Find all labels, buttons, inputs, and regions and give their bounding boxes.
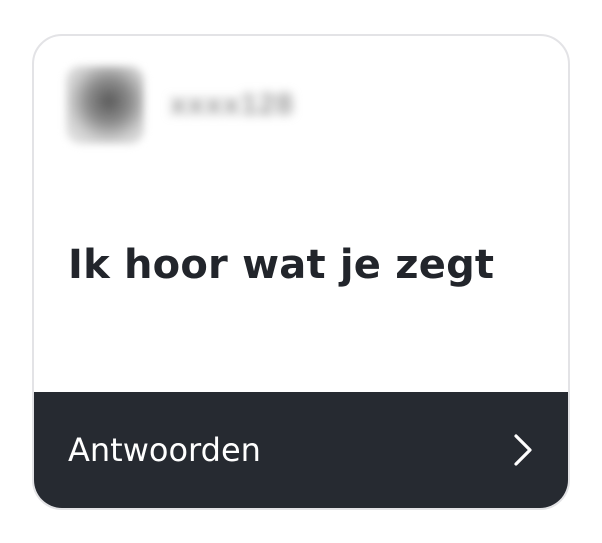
username: xxxx128 <box>170 88 294 121</box>
reply-button-label: Antwoorden <box>68 431 261 469</box>
message-card: xxxx128 Ik hoor wat je zegt Antwoorden <box>32 34 570 510</box>
card-header: xxxx128 <box>66 62 294 148</box>
reply-button[interactable]: Antwoorden <box>34 392 568 508</box>
message-text: Ik hoor wat je zegt <box>68 242 495 288</box>
chevron-right-icon <box>512 433 534 467</box>
avatar <box>66 66 144 144</box>
